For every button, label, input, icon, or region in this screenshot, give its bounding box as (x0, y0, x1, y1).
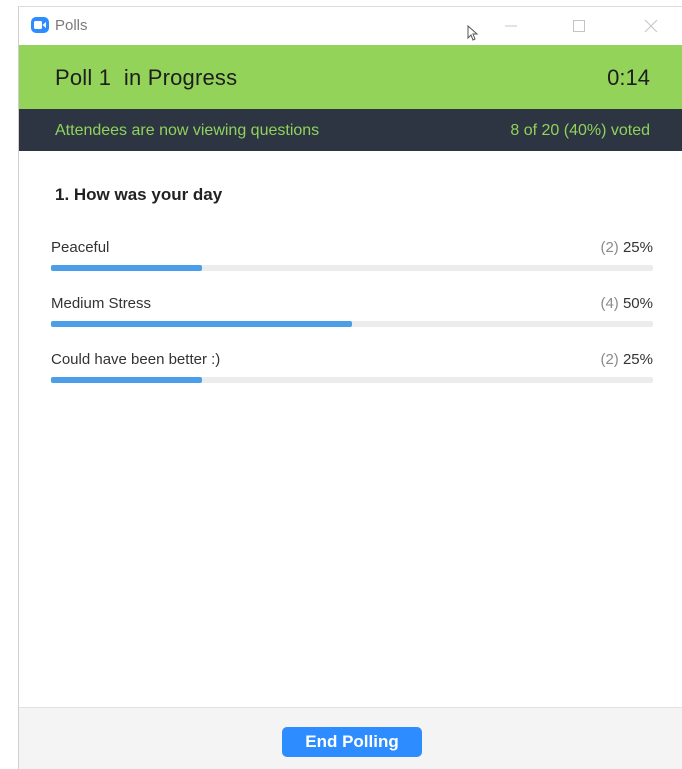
answer-count: (2) (600, 239, 619, 256)
answer-row: Medium Stress (4) 50% (51, 295, 653, 335)
mouse-cursor-icon (467, 24, 479, 46)
status-message: Attendees are now viewing questions (55, 122, 320, 139)
end-polling-button[interactable]: End Polling (282, 727, 422, 757)
answer-label: Could have been better :) (51, 351, 221, 368)
minimize-icon[interactable] (497, 13, 525, 39)
vote-count: 8 of 20 (40%) voted (510, 122, 650, 139)
result-bar-fill (51, 321, 352, 327)
zoom-camera-icon (31, 17, 49, 33)
answer-result: (2) 25% (600, 351, 653, 368)
title-bar: Polls (19, 7, 682, 45)
window-title: Polls (55, 17, 88, 34)
answer-count: (4) (600, 295, 619, 312)
maximize-icon[interactable] (565, 13, 593, 39)
poll-timer: 0:14 (607, 65, 650, 90)
answer-row: Could have been better :) (2) 25% (51, 351, 653, 391)
status-bar: Attendees are now viewing questions 8 of… (19, 109, 682, 151)
close-icon[interactable] (637, 13, 665, 39)
result-bar-fill (51, 265, 202, 271)
answer-label: Medium Stress (51, 295, 152, 312)
answer-label: Peaceful (51, 239, 110, 256)
answer-result: (4) 50% (600, 295, 653, 312)
answer-percent: 25% (622, 239, 653, 256)
result-bar-track (51, 377, 653, 383)
answer-row: Peaceful (2) 25% (51, 239, 653, 279)
result-bar-fill (51, 377, 202, 383)
question-text: 1. How was your day (55, 185, 223, 204)
poll-header: Poll 1 in Progress 0:14 (19, 45, 682, 109)
result-bar-track (51, 321, 653, 327)
answer-percent: 50% (622, 295, 653, 312)
answer-count: (2) (600, 351, 619, 368)
result-bar-track (51, 265, 653, 271)
polls-window: Polls Poll 1 in Progress 0:14 Attendees … (18, 6, 682, 769)
poll-title: Poll 1 in Progress (55, 65, 238, 90)
footer: End Polling (19, 707, 682, 769)
answer-percent: 25% (622, 351, 653, 368)
answer-result: (2) 25% (600, 239, 653, 256)
